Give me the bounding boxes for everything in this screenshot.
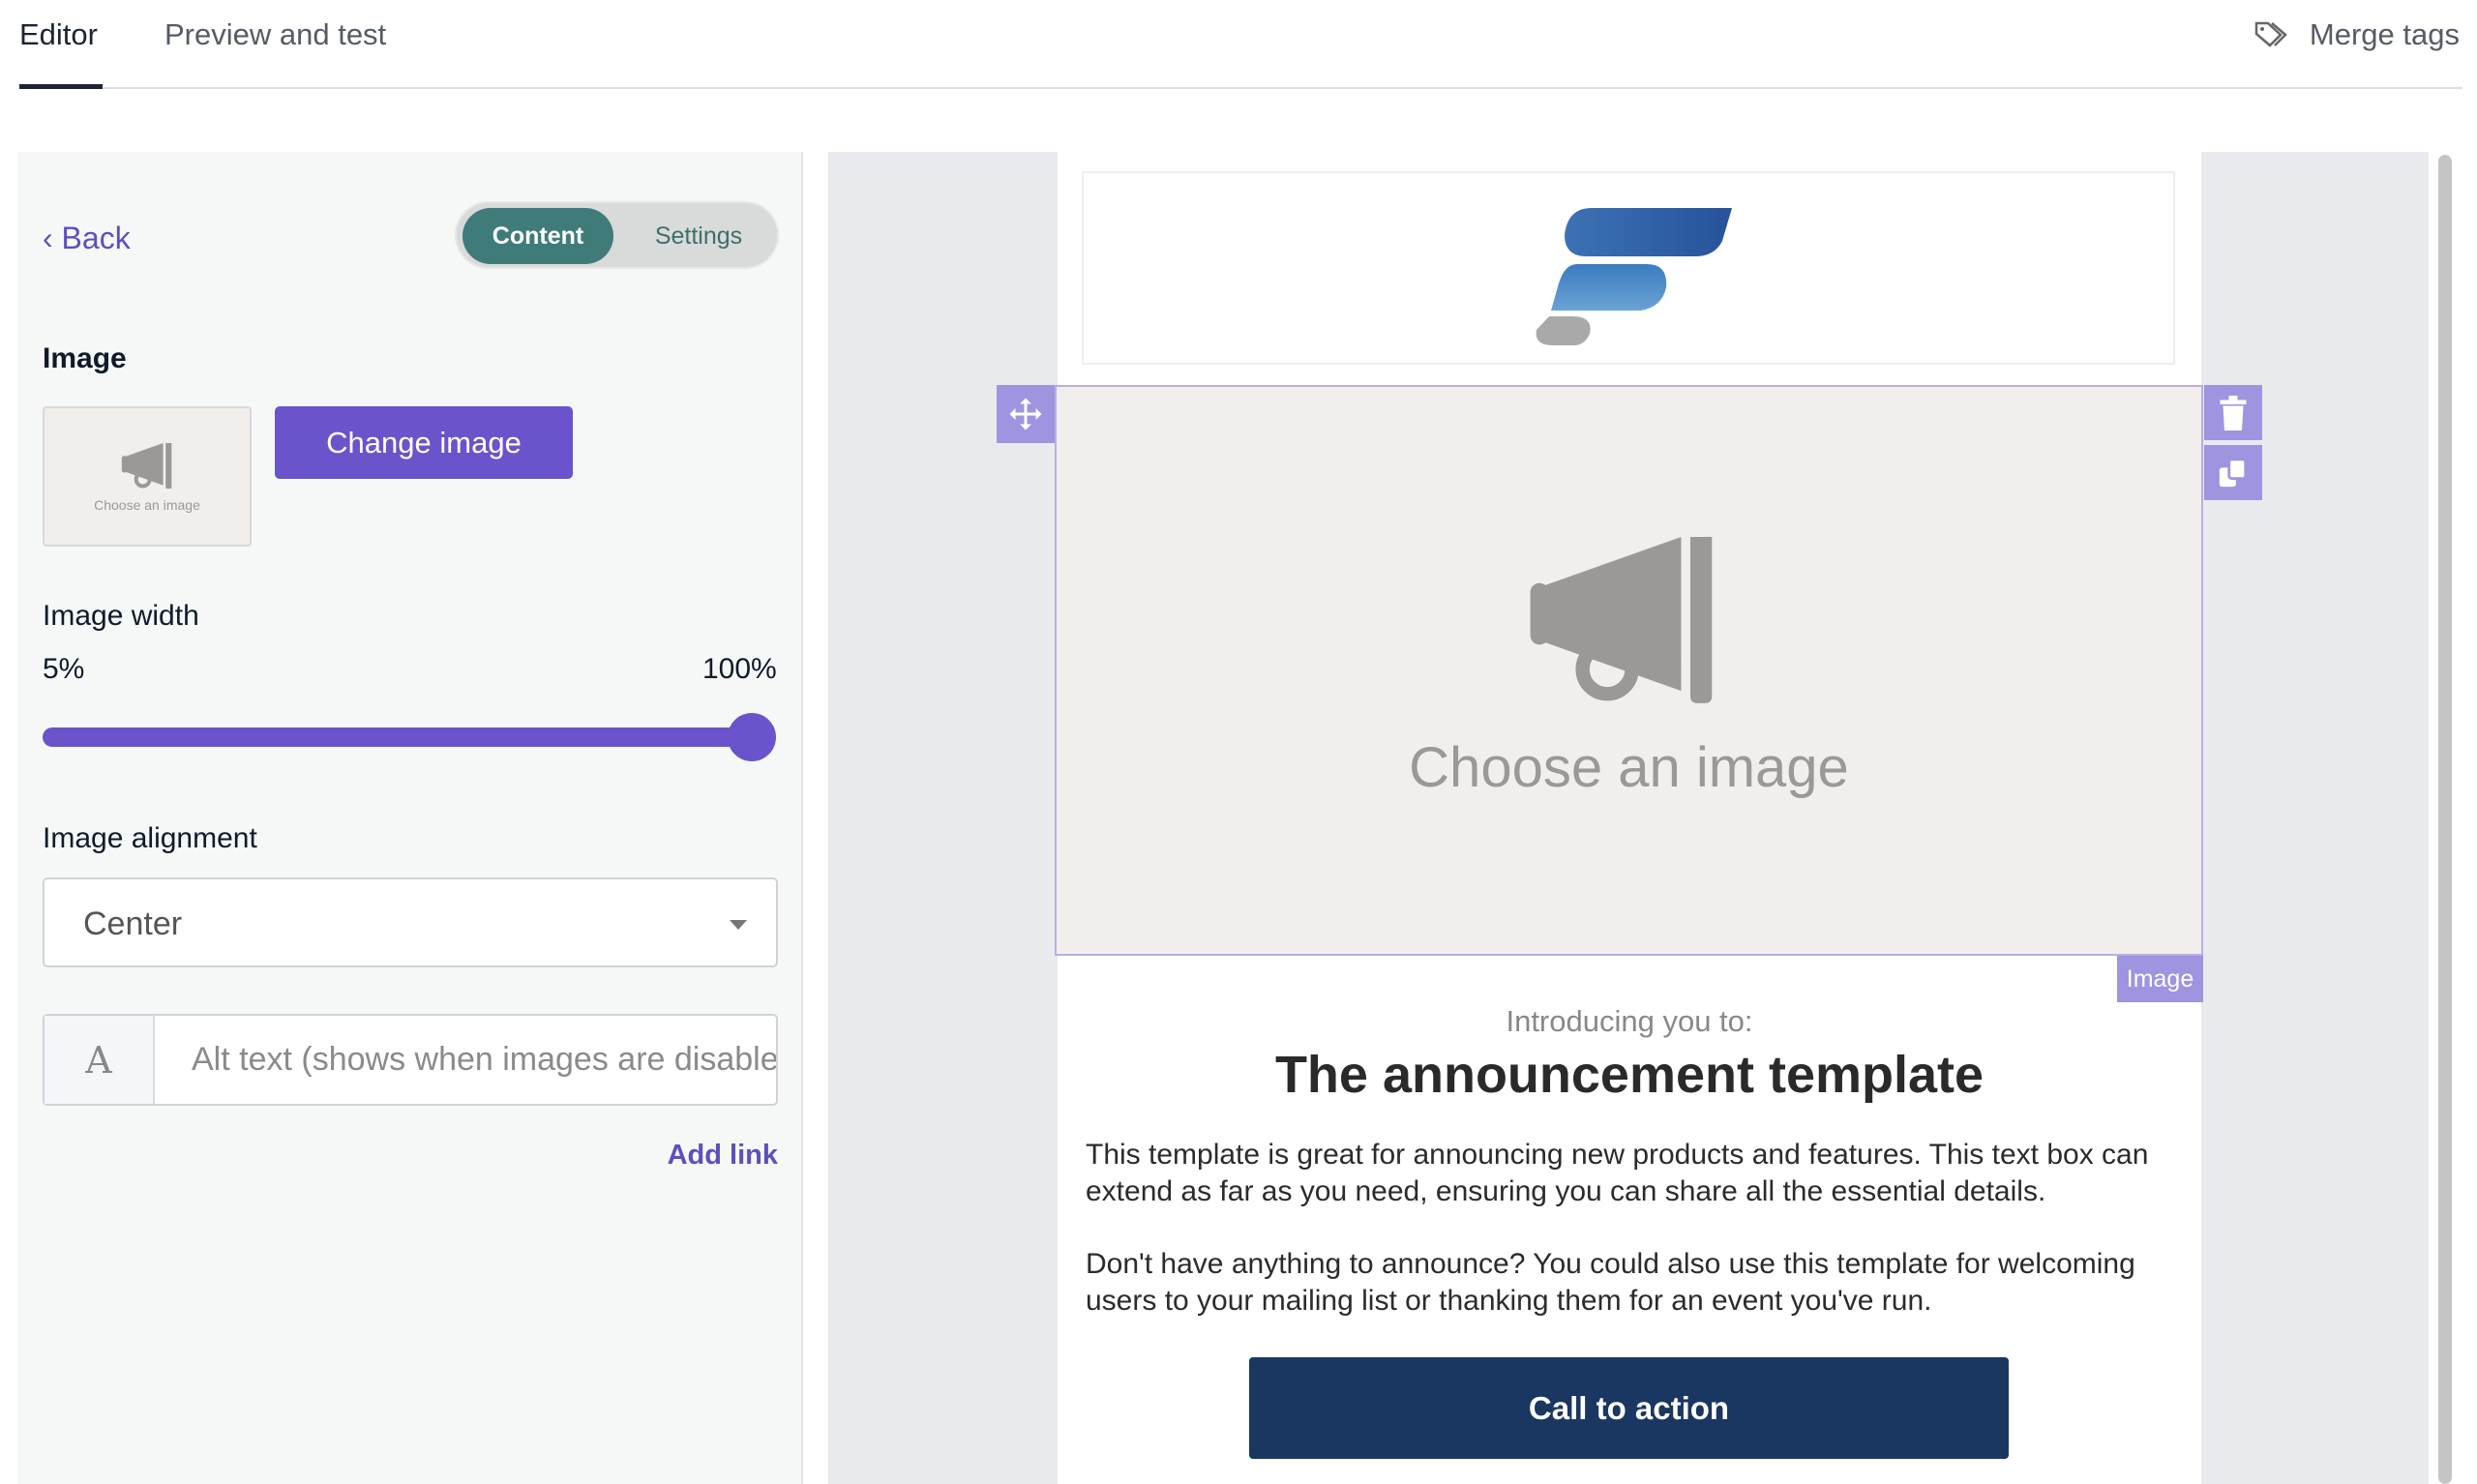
- chevron-left-icon: ‹: [43, 221, 62, 255]
- logo-block[interactable]: [1082, 171, 2175, 365]
- width-min-label: 5%: [43, 653, 85, 685]
- image-alignment-label: Image alignment: [43, 822, 257, 854]
- paragraph-1[interactable]: This template is great for announcing ne…: [1086, 1137, 2179, 1210]
- alt-text-field[interactable]: A: [43, 1014, 778, 1106]
- image-alignment-select[interactable]: Center: [43, 877, 778, 967]
- width-max-label: 100%: [702, 653, 777, 685]
- image-placeholder-text: Choose an image: [1409, 736, 1849, 799]
- trash-icon: [2220, 395, 2247, 430]
- caret-down-icon: [730, 920, 747, 930]
- tab-divider: [19, 87, 2462, 89]
- content-settings-toggle: Content Settings: [455, 201, 779, 269]
- tab-editor[interactable]: Editor: [19, 17, 98, 52]
- duplicate-block-button[interactable]: [2204, 445, 2262, 500]
- email-title[interactable]: The announcement template: [1058, 1045, 2201, 1105]
- add-link[interactable]: Add link: [668, 1140, 778, 1172]
- back-label: Back: [61, 221, 131, 255]
- settings-panel: [17, 152, 803, 1484]
- toggle-content[interactable]: Content: [463, 208, 613, 264]
- paragraph-2[interactable]: Don't have anything to announce? You cou…: [1086, 1246, 2179, 1320]
- brand-logo: [1536, 208, 1732, 345]
- merge-tags-label: Merge tags: [2309, 17, 2460, 51]
- active-tab-indicator: [19, 84, 103, 89]
- alt-text-input[interactable]: [155, 1016, 776, 1104]
- tab-preview-and-test[interactable]: Preview and test: [164, 17, 386, 52]
- megaphone-icon: [1530, 537, 1713, 703]
- toggle-settings[interactable]: Settings: [641, 208, 757, 264]
- change-image-button[interactable]: Change image: [275, 406, 573, 479]
- image-section-label: Image: [43, 342, 127, 374]
- back-link[interactable]: ‹ Back: [43, 221, 131, 256]
- tag-icon: [2254, 21, 2287, 47]
- intro-text[interactable]: Introducing you to:: [1058, 1004, 2201, 1039]
- delete-block-button[interactable]: [2204, 385, 2262, 440]
- image-block[interactable]: Choose an image: [1055, 385, 2203, 956]
- text-icon: A: [45, 1016, 155, 1104]
- image-width-slider-handle[interactable]: [728, 713, 776, 761]
- megaphone-icon: [121, 441, 172, 490]
- block-type-tag: Image: [2117, 956, 2203, 1002]
- call-to-action-button[interactable]: Call to action: [1249, 1357, 2009, 1459]
- move-icon: [1009, 398, 1042, 430]
- merge-tags-button[interactable]: Merge tags: [2253, 17, 2460, 52]
- copy-icon: [2219, 457, 2248, 487]
- image-thumbnail[interactable]: Choose an image: [43, 406, 252, 547]
- image-alignment-value: Center: [83, 905, 183, 942]
- image-width-label: Image width: [43, 600, 199, 632]
- thumbnail-caption: Choose an image: [94, 497, 200, 513]
- image-width-slider-track[interactable]: [43, 727, 755, 747]
- move-handle[interactable]: [997, 385, 1055, 443]
- canvas-scrollbar[interactable]: [2438, 155, 2452, 1484]
